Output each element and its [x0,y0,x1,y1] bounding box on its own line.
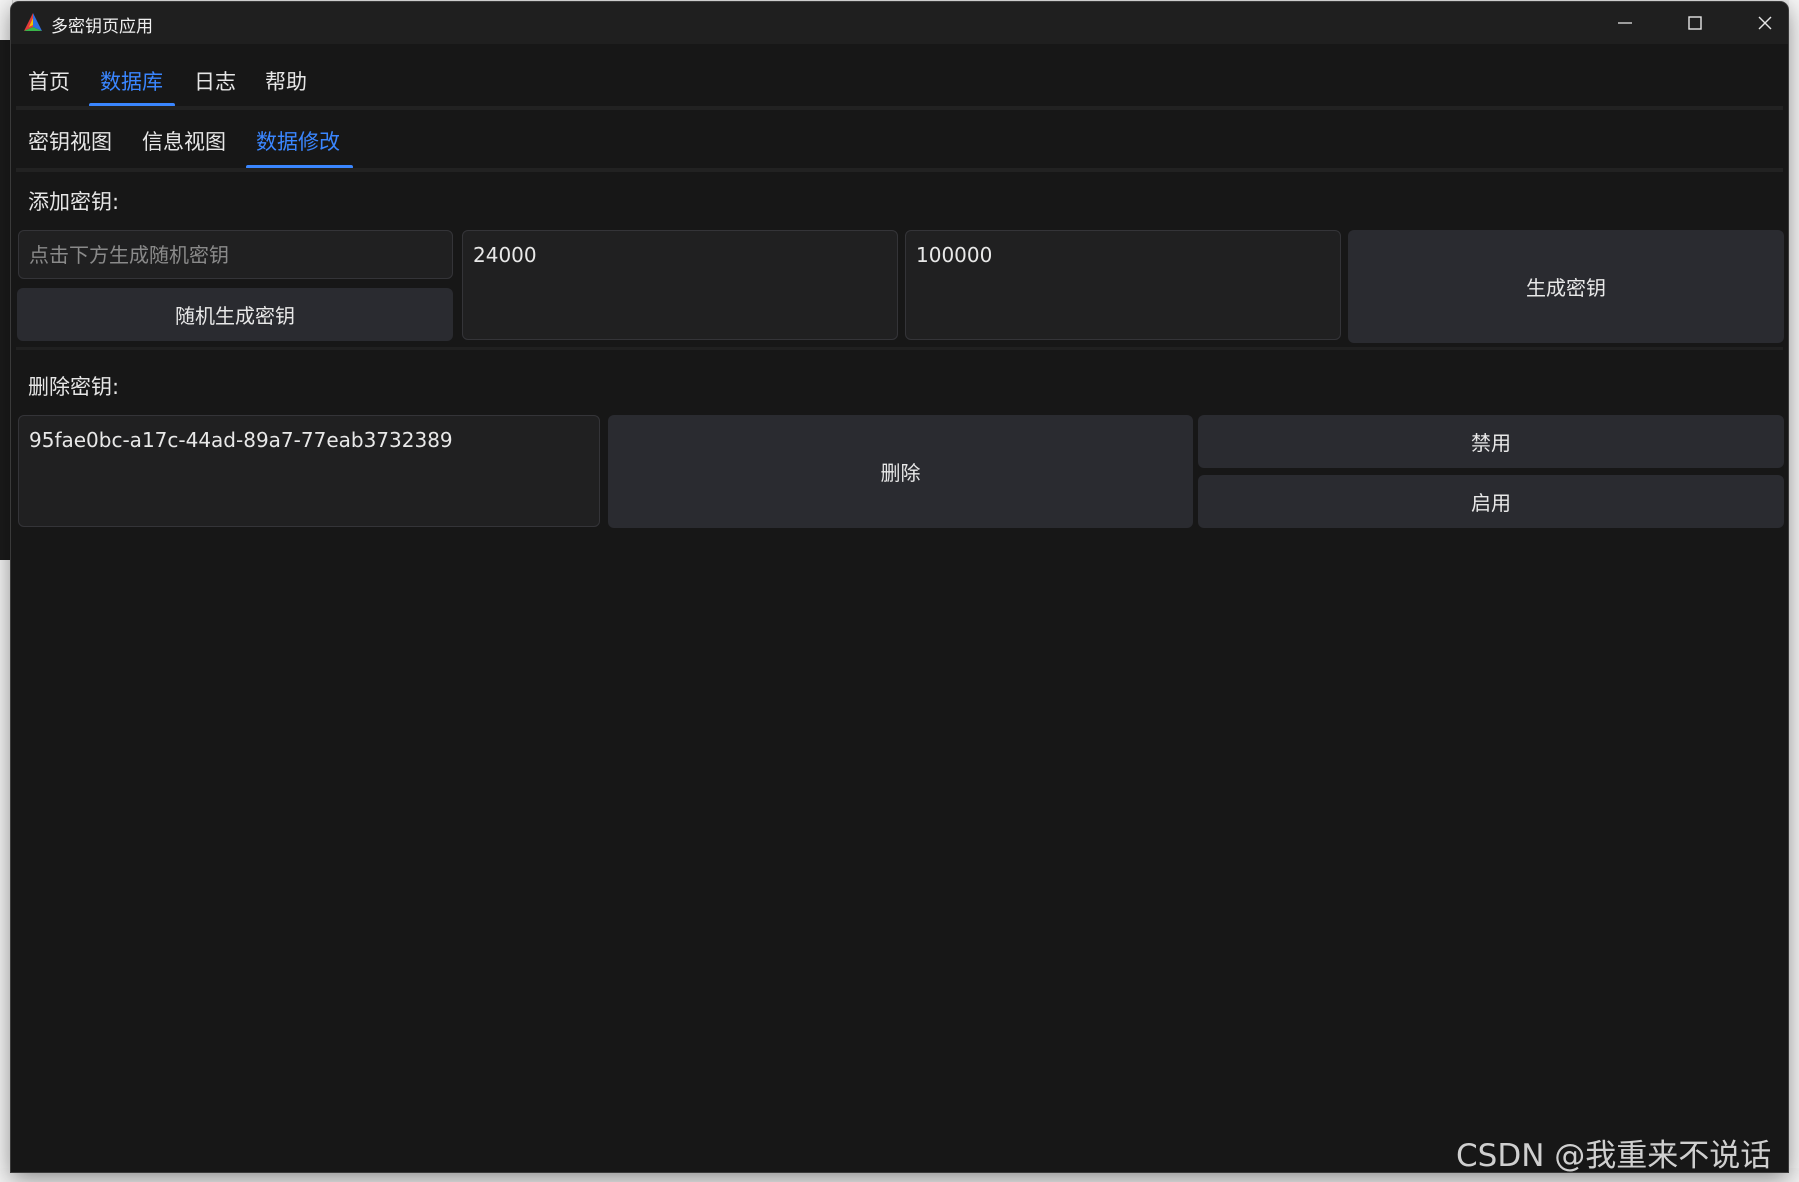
background-desktop-right [1789,0,1799,1182]
tab-divider [16,168,1783,172]
maximize-icon [1688,16,1702,30]
delete-key-input[interactable]: 95fae0bc-a17c-44ad-89a7-77eab3732389 [18,415,600,527]
maximize-button[interactable] [1660,2,1730,44]
minimize-button[interactable] [1590,2,1660,44]
disable-button[interactable]: 禁用 [1198,415,1784,468]
app-window: 多密钥页应用 首页 数据库 日志 帮助 密钥视图 信息视图 数据修改 添加密钥:… [11,2,1788,1172]
menu-home[interactable]: 首页 [28,66,70,96]
title-bar[interactable]: 多密钥页应用 [11,2,1788,44]
csdn-watermark: CSDN @我重来不说话 [1456,1138,1772,1174]
tab-key-view[interactable]: 密钥视图 [28,126,112,156]
delete-key-label: 删除密钥: [28,375,120,399]
generate-key-button[interactable]: 生成密钥 [1348,230,1784,343]
app-logo-icon [24,13,42,31]
menu-log[interactable]: 日志 [194,66,236,96]
value-2-input[interactable]: 100000 [905,230,1341,340]
minimize-icon [1618,22,1632,24]
window-title: 多密钥页应用 [51,17,153,37]
menu-help[interactable]: 帮助 [265,66,307,96]
value-1-input[interactable]: 24000 [462,230,898,340]
section-divider [16,347,1783,350]
add-key-label: 添加密钥: [28,190,120,214]
tab-info-view[interactable]: 信息视图 [142,126,226,156]
new-key-input[interactable] [18,230,453,279]
delete-button[interactable]: 删除 [608,415,1193,528]
tab-data-edit[interactable]: 数据修改 [256,126,340,156]
main-menu-bar: 首页 数据库 日志 帮助 [11,44,1788,107]
close-button[interactable] [1730,2,1788,44]
enable-button[interactable]: 启用 [1198,475,1784,528]
menu-database[interactable]: 数据库 [100,66,163,96]
random-key-button[interactable]: 随机生成密钥 [17,288,453,341]
sub-tab-bar: 密钥视图 信息视图 数据修改 [11,110,1788,170]
close-icon [1758,16,1772,30]
